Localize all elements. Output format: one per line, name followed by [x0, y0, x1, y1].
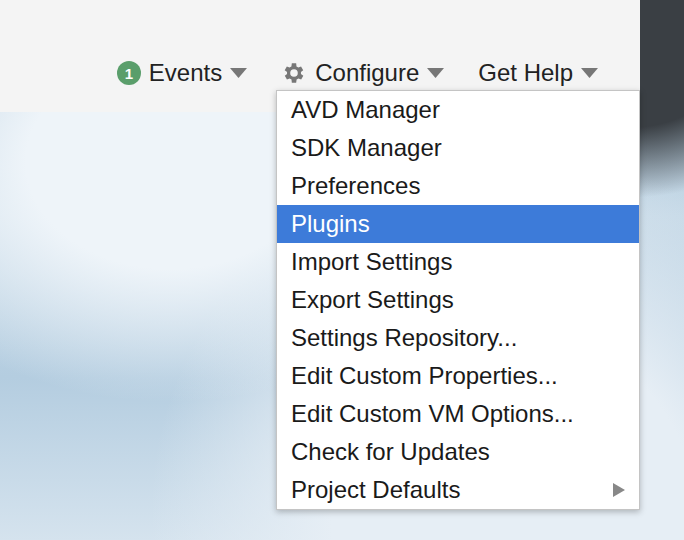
toolbar-item[interactable]: 1 Events: [117, 59, 247, 87]
toolbar-label: Configure: [315, 59, 419, 87]
configure-menu: AVD ManagerSDK ManagerPreferencesPlugins…: [276, 90, 640, 510]
menu-item[interactable]: Edit Custom Properties...: [277, 357, 639, 395]
submenu-arrow-icon: [613, 483, 625, 497]
welcome-screen: 1 Events Configure Get Help AVD ManagerSDK M…: [0, 0, 684, 540]
menu-item[interactable]: Plugins: [277, 205, 639, 243]
caret-down-icon: [230, 68, 247, 78]
menu-item[interactable]: AVD Manager: [277, 91, 639, 129]
menu-item[interactable]: Export Settings: [277, 281, 639, 319]
toolbar-item[interactable]: Get Help: [478, 59, 598, 87]
menu-item[interactable]: Project Defaults: [277, 471, 639, 509]
menu-item[interactable]: Import Settings: [277, 243, 639, 281]
gear-icon: [281, 60, 307, 86]
menu-item[interactable]: Edit Custom VM Options...: [277, 395, 639, 433]
menu-item[interactable]: Check for Updates: [277, 433, 639, 471]
caret-down-icon: [427, 68, 444, 78]
toolbar-label: Get Help: [478, 59, 573, 87]
menu-item[interactable]: SDK Manager: [277, 129, 639, 167]
menu-item[interactable]: Preferences: [277, 167, 639, 205]
menu-item[interactable]: Settings Repository...: [277, 319, 639, 357]
caret-down-icon: [581, 68, 598, 78]
events-badge: 1: [117, 61, 141, 85]
toolbar-item[interactable]: Configure: [281, 59, 444, 87]
toolbar-label: Events: [149, 59, 222, 87]
